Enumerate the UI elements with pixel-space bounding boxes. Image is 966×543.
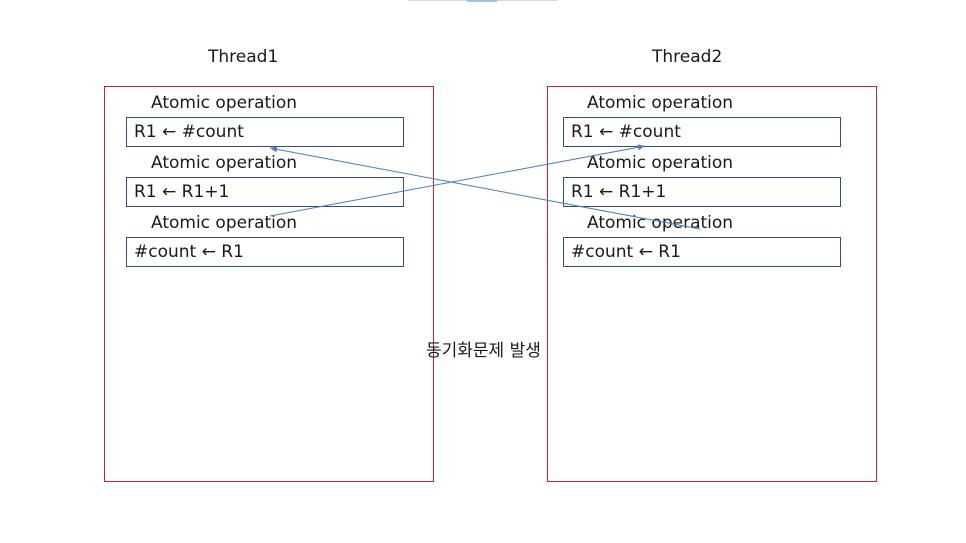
thread2-title: Thread2 xyxy=(652,47,723,67)
thread1-op1-label: Atomic operation xyxy=(151,93,298,113)
thread2-op3-label: Atomic operation xyxy=(587,213,734,233)
sync-problem-note: 동기화문제 발생 xyxy=(426,341,541,361)
thread1-title: Thread1 xyxy=(208,47,279,67)
thread1-op2-box: R1 ← R1+1 xyxy=(126,177,404,207)
thread1-op2-label: Atomic operation xyxy=(151,153,298,173)
thread2-op2-label: Atomic operation xyxy=(587,153,734,173)
thread1-op3-label: Atomic operation xyxy=(151,213,298,233)
thread2-op1-box: R1 ← #count xyxy=(563,117,841,147)
thread1-op1-box: R1 ← #count xyxy=(126,117,404,147)
thread2-op1-label: Atomic operation xyxy=(587,93,734,113)
top-accent xyxy=(467,0,497,2)
thread1-op3-box: #count ← R1 xyxy=(126,237,404,267)
thread2-op3-box: #count ← R1 xyxy=(563,237,841,267)
thread2-op2-box: R1 ← R1+1 xyxy=(563,177,841,207)
